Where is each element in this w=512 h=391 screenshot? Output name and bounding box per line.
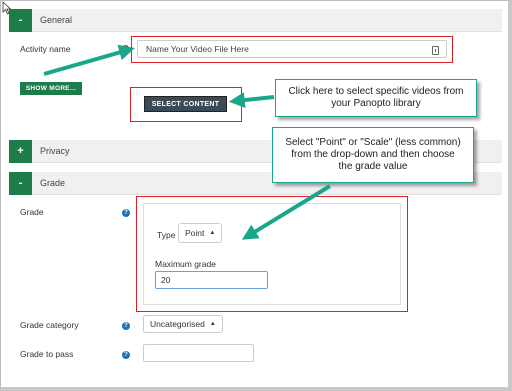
max-grade-value: 20 [161, 275, 171, 285]
activity-name-value: Name Your Video File Here [146, 44, 249, 54]
grade-fieldset [143, 203, 401, 305]
help-icon[interactable]: ? [122, 351, 130, 359]
grade-label: Grade [20, 207, 44, 217]
updown-chevron-icon: ▲ [209, 321, 216, 327]
collapse-icon[interactable]: - [9, 8, 32, 32]
grade-type-select[interactable]: Point ▲ [178, 223, 222, 243]
select-content-callout-text: Click here to select specific videos fro… [288, 86, 464, 109]
expand-icon[interactable]: + [9, 139, 32, 163]
grade-category-value: Uncategorised [150, 319, 205, 329]
grade-category-select[interactable]: Uncategorised ▲ [143, 315, 223, 333]
grade-category-label: Grade category [20, 320, 79, 330]
section-general-header[interactable]: - General [9, 8, 502, 32]
section-privacy-title: Privacy [40, 146, 70, 156]
collapse-icon[interactable]: - [9, 171, 32, 195]
help-icon[interactable]: ? [122, 322, 130, 330]
grade-type-value: Point [185, 228, 205, 238]
help-icon[interactable]: ? [122, 209, 130, 217]
select-content-callout: Click here to select specific videos fro… [275, 79, 477, 117]
grade-type-callout-text: Select "Point" or "Scale" (less common) … [285, 137, 461, 172]
select-content-button[interactable]: SELECT CONTENT [144, 96, 227, 112]
activity-name-label: Activity name [20, 44, 71, 54]
grade-to-pass-label: Grade to pass [20, 349, 74, 359]
grade-type-label: Type [157, 230, 176, 240]
updown-chevron-icon: ▲ [209, 230, 216, 236]
section-general-title: General [40, 15, 73, 25]
max-grade-input[interactable]: 20 [155, 271, 268, 289]
field-lock-icon [432, 46, 439, 55]
grade-to-pass-input[interactable] [143, 344, 254, 362]
activity-name-input[interactable]: Name Your Video File Here [137, 40, 447, 58]
required-icon: ! [122, 45, 129, 52]
grade-type-callout: Select "Point" or "Scale" (less common) … [272, 127, 474, 183]
max-grade-label: Maximum grade [155, 259, 216, 269]
show-more-button[interactable]: SHOW MORE... [20, 82, 82, 95]
section-grade-title: Grade [40, 178, 66, 188]
